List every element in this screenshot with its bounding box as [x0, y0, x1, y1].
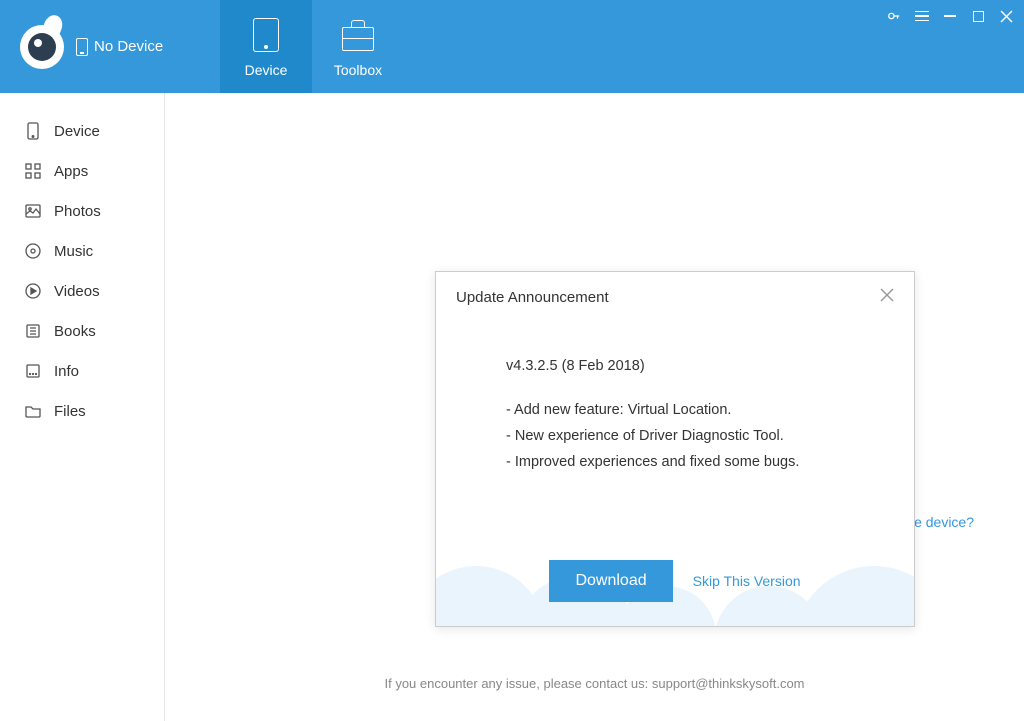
- menu-icon[interactable]: [914, 8, 930, 24]
- main-area: Device Apps Photos Music Videos Books In…: [0, 93, 1024, 721]
- modal-header: Update Announcement: [436, 272, 914, 323]
- modal-footer: Download Skip This Version: [436, 536, 914, 626]
- sidebar-item-label: Device: [54, 123, 100, 140]
- modal-change-item: - Improved experiences and fixed some bu…: [506, 449, 844, 475]
- sidebar-item-label: Books: [54, 323, 96, 340]
- minimize-button[interactable]: [942, 8, 958, 24]
- sidebar-item-label: Music: [54, 243, 93, 260]
- sidebar-item-files[interactable]: Files: [0, 391, 164, 431]
- sidebar: Device Apps Photos Music Videos Books In…: [0, 93, 165, 721]
- device-status: No Device: [76, 38, 163, 56]
- no-device-label: No Device: [94, 38, 163, 55]
- close-button[interactable]: [998, 8, 1014, 24]
- tab-device[interactable]: Device: [220, 0, 312, 93]
- modal-title: Update Announcement: [456, 289, 609, 306]
- files-icon: [24, 402, 42, 420]
- skip-version-link[interactable]: Skip This Version: [693, 573, 801, 589]
- tab-toolbox[interactable]: Toolbox: [312, 0, 404, 93]
- music-icon: [24, 242, 42, 260]
- tab-toolbox-label: Toolbox: [334, 62, 382, 78]
- modal-version: v4.3.2.5 (8 Feb 2018): [506, 353, 844, 379]
- device-tab-icon: [253, 18, 279, 52]
- modal-close-button[interactable]: [880, 288, 894, 307]
- sidebar-item-books[interactable]: Books: [0, 311, 164, 351]
- sidebar-item-device[interactable]: Device: [0, 111, 164, 151]
- app-logo-icon: [20, 25, 64, 69]
- footer-text: If you encounter any issue, please conta…: [165, 676, 1024, 691]
- window-controls: [886, 8, 1014, 24]
- sidebar-item-label: Videos: [54, 283, 100, 300]
- download-button[interactable]: Download: [549, 560, 672, 602]
- sidebar-item-info[interactable]: Info: [0, 351, 164, 391]
- maximize-button[interactable]: [970, 8, 986, 24]
- sidebar-item-videos[interactable]: Videos: [0, 271, 164, 311]
- videos-icon: [24, 282, 42, 300]
- phone-icon: [76, 38, 88, 56]
- photos-icon: [24, 202, 42, 220]
- sidebar-item-label: Info: [54, 363, 79, 380]
- titlebar: No Device Device Toolbox: [0, 0, 1024, 93]
- info-icon: [24, 362, 42, 380]
- content: ? Cannot recognize the device? If you en…: [165, 93, 1024, 721]
- books-icon: [24, 322, 42, 340]
- device-icon: [24, 122, 42, 140]
- sidebar-item-label: Files: [54, 403, 86, 420]
- logo-area: No Device: [0, 0, 220, 93]
- modal-change-item: - Add new feature: Virtual Location.: [506, 397, 844, 423]
- tab-device-label: Device: [245, 62, 288, 78]
- sidebar-item-label: Apps: [54, 163, 88, 180]
- modal-change-item: - New experience of Driver Diagnostic To…: [506, 423, 844, 449]
- sidebar-item-music[interactable]: Music: [0, 231, 164, 271]
- modal-body: v4.3.2.5 (8 Feb 2018) - Add new feature:…: [436, 323, 914, 475]
- key-icon[interactable]: [886, 8, 902, 24]
- sidebar-item-apps[interactable]: Apps: [0, 151, 164, 191]
- update-modal: Update Announcement v4.3.2.5 (8 Feb 2018…: [435, 271, 915, 627]
- sidebar-item-photos[interactable]: Photos: [0, 191, 164, 231]
- sidebar-item-label: Photos: [54, 203, 101, 220]
- toolbox-tab-icon: [342, 27, 374, 51]
- nav-tabs: Device Toolbox: [220, 0, 404, 93]
- apps-icon: [24, 162, 42, 180]
